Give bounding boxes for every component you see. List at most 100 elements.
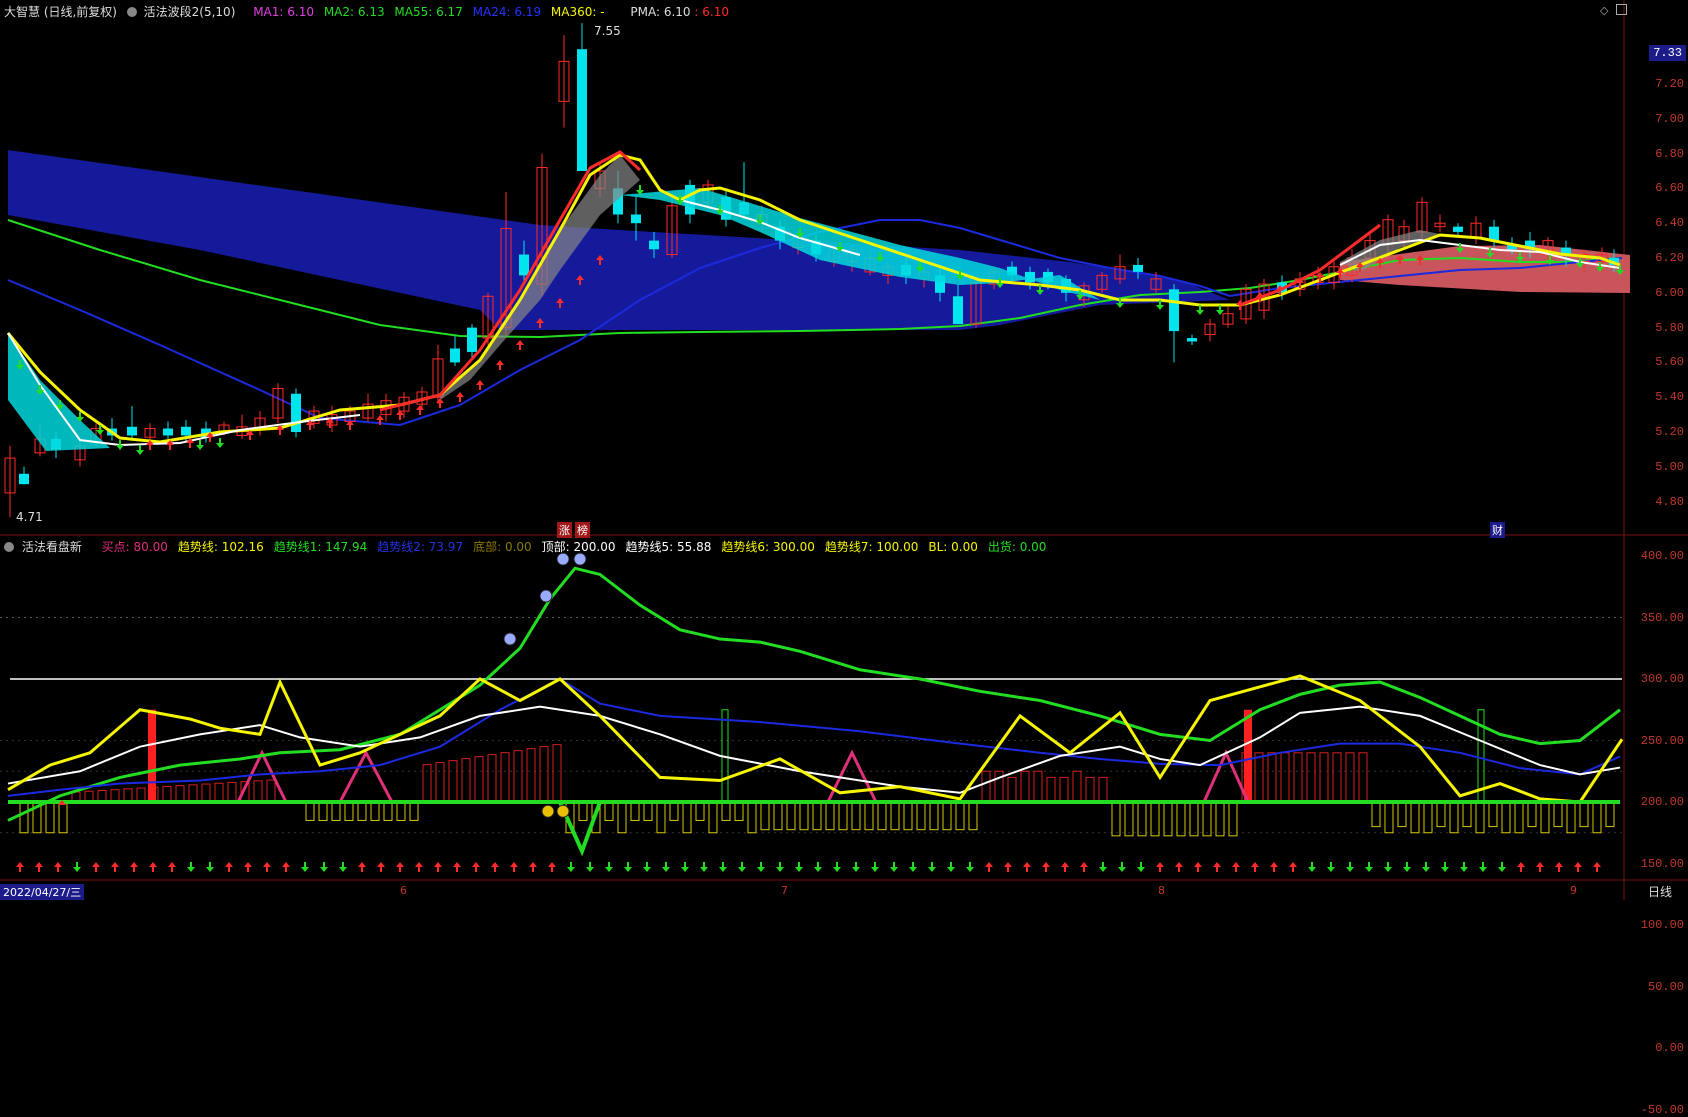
- histogram-bar: [396, 801, 406, 821]
- indicator-tick-label: 100.00: [1640, 918, 1684, 932]
- histogram-bar: [968, 801, 978, 831]
- sub-indicator-value: 趋势线1: 147.94: [273, 540, 368, 554]
- histogram-bar: [825, 801, 835, 831]
- price-tick-label: 6.40: [1655, 216, 1684, 231]
- histogram-bar: [1033, 770, 1043, 803]
- histogram-bar: [1124, 801, 1134, 837]
- histogram-bar: [799, 801, 809, 831]
- histogram-bar: [643, 801, 653, 821]
- cursor-date-label: 2022/04/27/三: [0, 884, 85, 900]
- histogram-bar: [370, 801, 380, 821]
- candle-body: [1169, 289, 1179, 332]
- indicator-tick-label: 250.00: [1640, 733, 1684, 748]
- candle-body: [127, 426, 137, 436]
- histogram-bar: [695, 801, 705, 821]
- histogram-bar: [1527, 801, 1537, 828]
- histogram-bar: [773, 801, 783, 831]
- ma1-value: MA1: 6.10: [253, 5, 314, 19]
- histogram-bar: [1137, 801, 1147, 837]
- histogram-bar: [227, 781, 237, 803]
- price-tick-label: 5.40: [1655, 390, 1684, 405]
- price-tick-label: 6.20: [1655, 251, 1684, 265]
- histogram-bar: [1371, 801, 1381, 828]
- indicator-tick-label: 300.00: [1640, 672, 1684, 686]
- histogram-bar: [1306, 752, 1316, 803]
- histogram-bar: [851, 801, 861, 831]
- histogram-bar: [1280, 752, 1290, 803]
- histogram-bar: [331, 801, 341, 821]
- histogram-bar: [890, 801, 900, 831]
- histogram-bar: [539, 746, 549, 803]
- histogram-bar: [1514, 801, 1524, 834]
- histogram-bar: [552, 744, 562, 803]
- histogram-bar: [175, 785, 185, 803]
- settings-circle-icon[interactable]: [126, 7, 137, 17]
- axis-header: [1626, 2, 1686, 18]
- candle-body: [649, 240, 659, 250]
- settings-circle-icon[interactable]: [4, 542, 14, 552]
- histogram-bar: [682, 801, 692, 834]
- price-tick-label: 6.80: [1655, 146, 1684, 161]
- candle-body: [577, 49, 587, 172]
- histogram-bar: [1098, 776, 1108, 803]
- period-label[interactable]: 日线: [1648, 883, 1672, 900]
- candle-body: [519, 254, 529, 276]
- buy-spike: [338, 749, 394, 803]
- histogram-bar: [162, 785, 172, 803]
- histogram-bar: [929, 801, 939, 831]
- pma-value: PMA: 6.10: [630, 5, 691, 19]
- indicator-tick-label: 350.00: [1640, 610, 1684, 625]
- tag-up[interactable]: 涨: [557, 522, 572, 538]
- histogram-bar: [864, 801, 874, 831]
- histogram-bar: [1319, 752, 1329, 803]
- sub-indicator-value: 出货: 0.00: [987, 540, 1047, 554]
- histogram-bar: [19, 801, 29, 834]
- indicator-tick-label: 0.00: [1655, 1041, 1684, 1055]
- tag-finance[interactable]: 财: [1490, 522, 1505, 538]
- histogram-bar: [1176, 801, 1186, 837]
- diamond-icon[interactable]: ◇: [1600, 4, 1608, 17]
- face-icon: [539, 589, 553, 603]
- histogram-bar: [669, 801, 679, 821]
- sub-indicator-value: 趋势线: 102.16: [177, 540, 264, 554]
- histogram-bar: [838, 801, 848, 831]
- histogram-bar: [1228, 801, 1238, 837]
- window-icon[interactable]: [1616, 4, 1627, 15]
- sub-chart-header: 活法看盘新 买点: 80.00 趋势线: 102.16 趋势线1: 147.94 趋势…: [4, 540, 1056, 554]
- histogram-bar: [318, 801, 328, 821]
- pma-extra-value: : 6.10: [694, 5, 729, 19]
- histogram-bar: [1059, 776, 1069, 803]
- signal-bar: [1244, 709, 1252, 802]
- stock-title[interactable]: 大智慧 (日线,前复权): [4, 5, 117, 19]
- indicator-tick-label: 50.00: [1647, 979, 1684, 994]
- histogram-bar: [1358, 752, 1368, 803]
- sub-indicator-value: BL: 0.00: [928, 540, 978, 554]
- sub-indicator-name[interactable]: 活法看盘新: [22, 540, 82, 554]
- histogram-bar: [1540, 801, 1550, 834]
- histogram-bar: [578, 801, 588, 821]
- candle-body: [631, 214, 641, 224]
- histogram-bar: [916, 801, 926, 831]
- histogram-bar: [487, 754, 497, 803]
- sub-indicator-value: 底部: 0.00: [473, 540, 532, 554]
- indicator-tick-label: 150.00: [1640, 856, 1684, 871]
- histogram-bar: [1397, 801, 1407, 828]
- stock-chart-canvas[interactable]: [0, 0, 1688, 900]
- histogram-bar: [1449, 801, 1459, 834]
- histogram-bar: [1267, 752, 1277, 803]
- price-tick-label: 5.60: [1655, 355, 1684, 370]
- histogram-bar: [513, 750, 523, 803]
- candle-body: [1133, 264, 1143, 272]
- histogram-bar: [1501, 801, 1511, 834]
- trend-line: [7, 674, 1624, 804]
- sub-indicator-value: 买点: 80.00: [101, 540, 168, 554]
- candle-body: [1453, 226, 1463, 232]
- histogram-bar: [656, 801, 666, 834]
- tag-hot[interactable]: 榜: [575, 522, 590, 538]
- main-indicator-name[interactable]: 活法波段2(5,10): [144, 5, 236, 19]
- histogram-bar: [903, 801, 913, 831]
- candle-body: [163, 428, 173, 436]
- face-icon: [556, 804, 570, 818]
- trend-line1: [7, 566, 1621, 822]
- indicator-tick-label: 200.00: [1640, 795, 1684, 809]
